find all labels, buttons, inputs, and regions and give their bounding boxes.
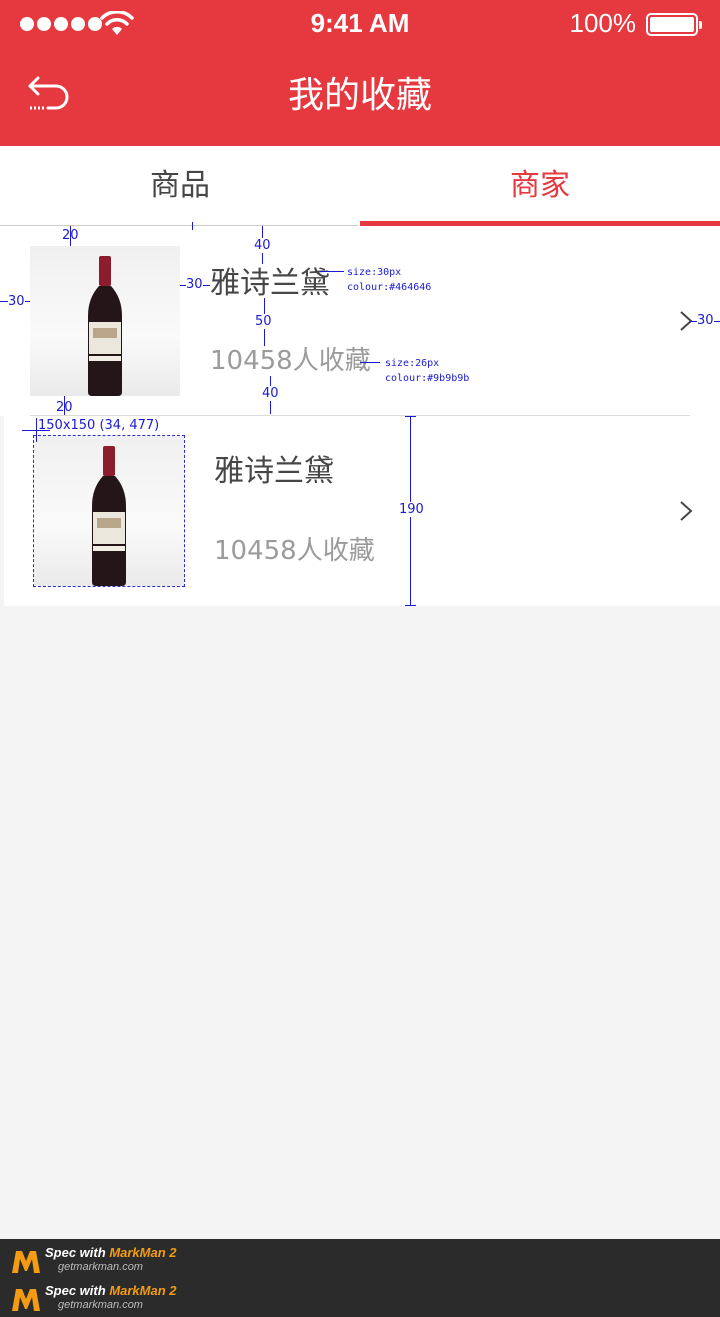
markman-badge: Spec with MarkMan 2 getmarkman.com bbox=[10, 1243, 210, 1279]
badge-url: getmarkman.com bbox=[58, 1261, 143, 1273]
badge-prefix: Spec with bbox=[45, 1245, 106, 1260]
spec-line bbox=[36, 418, 37, 442]
spec-label: 30 bbox=[697, 313, 714, 328]
markman-logo-icon bbox=[12, 1251, 40, 1273]
favorite-count: 10458人收藏 bbox=[214, 536, 375, 566]
wine-bottle-image bbox=[88, 256, 122, 396]
app-header: 9:41 AM 100% 我的收藏 bbox=[0, 0, 720, 146]
markman-footer: Spec with MarkMan 2 getmarkman.com Spec … bbox=[0, 1239, 720, 1317]
markman-logo-icon bbox=[12, 1289, 40, 1311]
list-item[interactable]: 雅诗兰黛 10458人收藏 150x150 (34, 477) 190 bbox=[4, 416, 720, 606]
chevron-right-icon bbox=[680, 501, 693, 521]
spec-label: 190 bbox=[399, 502, 424, 517]
tab-products-label: 商品 bbox=[150, 168, 210, 203]
badge-prefix: Spec with bbox=[45, 1283, 106, 1298]
spec-label: size:26px bbox=[385, 358, 440, 369]
badge-brand: MarkMan 2 bbox=[109, 1283, 177, 1298]
tab-bar: 商品 商家 bbox=[0, 146, 720, 226]
spec-line bbox=[405, 605, 416, 606]
spec-label: colour:#9b9b9b bbox=[385, 373, 470, 384]
navigation-bar: 我的收藏 bbox=[0, 48, 720, 146]
spec-line bbox=[405, 416, 416, 417]
markman-badge: Spec with MarkMan 2 getmarkman.com bbox=[10, 1281, 210, 1317]
product-thumbnail bbox=[30, 246, 180, 396]
spec-label: 40 bbox=[262, 386, 279, 401]
badge-brand: MarkMan 2 bbox=[109, 1245, 177, 1260]
page-title: 我的收藏 bbox=[287, 75, 432, 116]
status-bar: 9:41 AM 100% bbox=[0, 0, 720, 48]
spec-label: 30 bbox=[186, 277, 203, 292]
spec-label: 150x150 (34, 477) bbox=[38, 418, 160, 433]
wine-bottle-image bbox=[92, 446, 126, 586]
tab-merchants[interactable]: 商家 bbox=[360, 146, 720, 226]
spec-label: 20 bbox=[62, 228, 79, 243]
shop-name: 雅诗兰黛 bbox=[210, 266, 330, 301]
battery-percentage: 100% bbox=[569, 8, 637, 38]
spec-label: colour:#464646 bbox=[347, 282, 432, 293]
tab-merchants-label: 商家 bbox=[510, 168, 570, 203]
favorite-count: 10458人收藏 bbox=[210, 346, 371, 376]
spec-label: 40 bbox=[254, 238, 271, 253]
spec-line bbox=[360, 362, 380, 363]
spec-label: 20 bbox=[56, 400, 73, 415]
tab-products[interactable]: 商品 bbox=[0, 146, 360, 226]
product-thumbnail bbox=[33, 435, 185, 587]
spec-line bbox=[320, 271, 344, 272]
spec-label: 30 bbox=[8, 294, 25, 309]
spec-label: 50 bbox=[255, 314, 272, 329]
spec-label: size:30px bbox=[347, 267, 402, 278]
badge-url: getmarkman.com bbox=[58, 1299, 143, 1311]
shop-name: 雅诗兰黛 bbox=[214, 454, 334, 489]
spec-line bbox=[192, 222, 193, 230]
battery-icon bbox=[646, 13, 702, 36]
list-item[interactable]: 雅诗兰黛 10458人收藏 20 40 30 30 50 40 20 30 si… bbox=[0, 222, 720, 416]
